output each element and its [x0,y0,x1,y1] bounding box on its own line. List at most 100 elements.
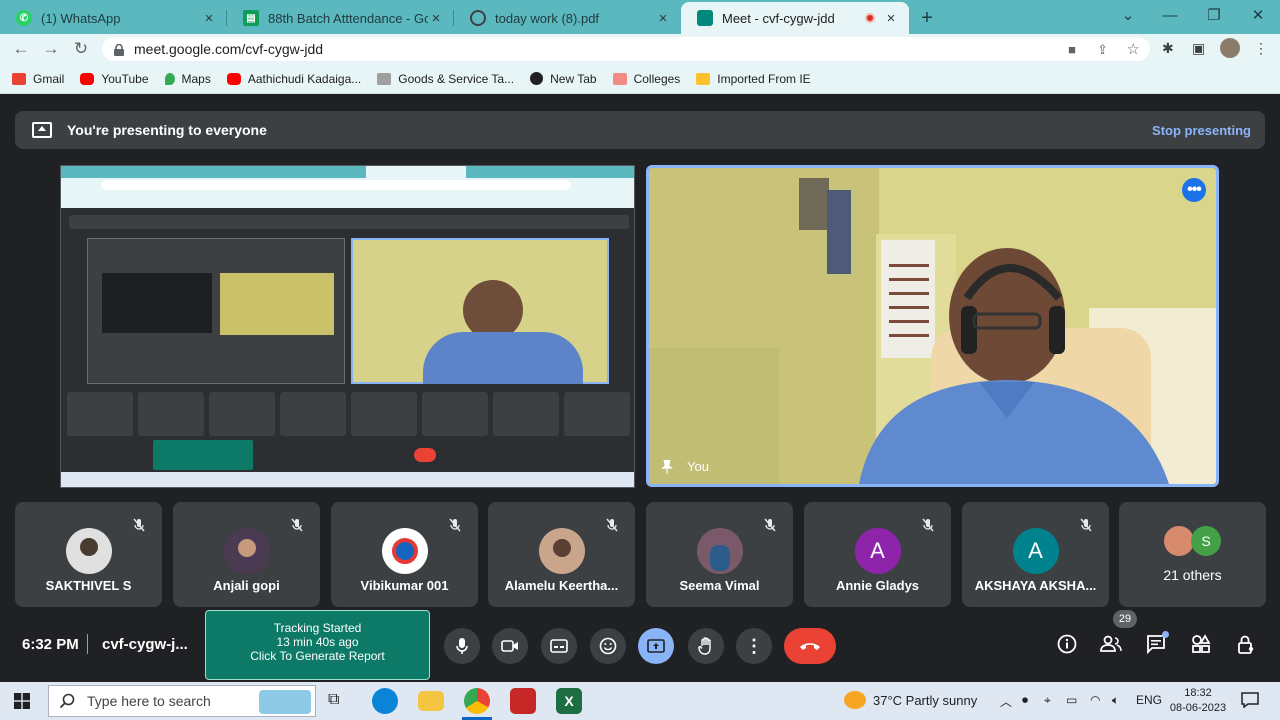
more-options-button[interactable]: ⋮ [736,628,772,664]
tracking-status: Tracking Started [273,621,362,635]
presenting-text: You're presenting to everyone [67,122,267,138]
mic-off-icon [133,518,145,532]
wifi-icon[interactable]: ◠ [1090,693,1100,707]
mic-off-icon [1080,518,1092,532]
taskbar-search-box[interactable]: Type here to search [48,685,316,717]
captions-icon [550,639,568,653]
meeting-clock: 6:32 PM [22,636,79,653]
tab-search-icon[interactable]: ⌄ [1106,0,1150,30]
participant-tile[interactable]: A Annie Gladys [804,502,951,607]
extensions-icon[interactable]: ✱ [1162,40,1174,57]
microphone-icon [456,638,468,654]
people-icon[interactable] [1097,630,1125,658]
bookmark-aathichudi[interactable]: Aathichudi Kadaiga... [226,72,361,86]
avatar [1164,526,1194,556]
host-controls-icon[interactable] [1232,630,1260,658]
people-count-badge: 29 [1113,610,1137,628]
restore-icon[interactable]: ❐ [1192,0,1236,30]
back-icon[interactable]: ← [6,39,36,59]
edge-icon[interactable] [372,688,398,714]
reload-icon[interactable]: ↻ [66,39,96,59]
camera-button[interactable] [492,628,528,664]
bookmark-new-tab[interactable]: New Tab [530,72,597,86]
excel-icon[interactable]: X [556,688,582,714]
new-tab-button[interactable]: + [909,2,945,34]
side-panel-icon[interactable]: ▣ [1192,40,1205,57]
bookmark-maps[interactable]: Maps [164,72,211,86]
share-icon[interactable]: ⇪ [1097,42,1108,58]
windows-start-icon[interactable] [14,693,30,709]
meet-tray-icon[interactable]: ⏺ [1022,693,1028,708]
taskbar-clock[interactable]: 18:32 08-06-2023 [1168,686,1228,716]
preview-active-tab [366,166,466,178]
pin-icon[interactable] [661,459,673,474]
forward-icon[interactable]: → [36,39,66,59]
bookmark-gst[interactable]: Goods & Service Ta... [377,72,514,86]
captions-button[interactable] [541,628,577,664]
lock-icon [114,43,124,56]
reactions-button[interactable] [590,628,626,664]
more-vert-icon: ⋮ [745,635,763,656]
chrome-menu-icon[interactable]: ⋮ [1254,40,1268,57]
bookmark-gmail[interactable]: Gmail [12,72,64,86]
close-tab-icon[interactable]: × [428,10,444,27]
file-explorer-icon[interactable] [418,691,444,711]
bookmark-colleges[interactable]: Colleges [612,72,680,86]
self-video-tile[interactable]: ••• You [646,165,1219,487]
participant-tile[interactable]: Seema Vimal [646,502,793,607]
weather-text[interactable]: 37°C Partly sunny [873,693,977,708]
window-close-icon[interactable]: ✕ [1236,0,1280,30]
close-tab-icon[interactable]: × [883,10,899,27]
present-button[interactable] [638,628,674,664]
preview-person-body [423,332,583,384]
browser-tab-strip: ✆ (1) WhatsApp × ▤ 88th Batch Atttendanc… [0,0,1280,34]
tray-expand-icon[interactable]: ︿ [1000,693,1012,710]
language-indicator[interactable]: ENG [1136,693,1162,707]
participant-tile[interactable]: Vibikumar 001 [331,502,478,607]
minimize-icon[interactable]: — [1148,0,1192,30]
bookmark-youtube[interactable]: YouTube [80,72,149,86]
participant-tile[interactable]: SAKTHIVEL S [15,502,162,607]
bookmark-label: Imported From IE [717,71,811,86]
preview-tile [493,392,559,436]
meeting-details-icon[interactable] [1053,630,1081,658]
microphone-button[interactable] [444,628,480,664]
location-icon[interactable]: ⌖ [1044,693,1051,708]
bookmark-star-icon[interactable]: ☆ [1127,40,1140,58]
raise-hand-button[interactable] [688,628,724,664]
participant-tile[interactable]: A AKSHAYA AKSHA... [962,502,1109,607]
battery-icon[interactable]: ▭ [1066,693,1077,707]
media-app-icon[interactable] [510,688,536,714]
address-bar[interactable]: meet.google.com/cvf-cygw-jdd ■ ⇪ ☆ [102,37,1150,61]
browser-toolbar: ← → ↻ meet.google.com/cvf-cygw-jdd ■ ⇪ ☆ [0,34,1280,64]
mic-off-icon [291,518,303,532]
bookmark-imported-folder[interactable]: Imported From IE [696,71,811,86]
preview-tile [67,392,133,436]
more-options-icon[interactable]: ••• [1182,178,1206,202]
weather-icon[interactable] [844,691,866,709]
chrome-icon[interactable] [464,688,490,714]
volume-icon[interactable]: 🔈︎ [1112,693,1119,708]
tab-whatsapp[interactable]: ✆ (1) WhatsApp × [0,2,227,34]
close-tab-icon[interactable]: × [201,10,217,27]
camera-in-use-icon[interactable]: ■ [1068,42,1076,57]
colleges-icon [612,72,627,85]
tracking-report-button[interactable]: Tracking Started 13 min 40s ago Click To… [205,610,430,680]
participant-name: SAKTHIVEL S [45,578,132,593]
others-tile[interactable]: S 21 others [1119,502,1266,607]
tab-meet[interactable]: Meet - cvf-cygw-jdd × [681,2,909,34]
mic-off-icon [764,518,776,532]
task-view-icon[interactable]: ⧉ [328,691,339,709]
close-tab-icon[interactable]: × [655,10,671,27]
activities-icon[interactable] [1187,630,1215,658]
leave-call-button[interactable] [784,628,836,664]
notification-icon[interactable] [1241,692,1259,708]
self-video-feed [649,168,1216,484]
profile-avatar[interactable] [1220,38,1240,58]
stop-presenting-button[interactable]: Stop presenting [1152,123,1251,138]
participant-tile[interactable]: Alamelu Keertha... [488,502,635,607]
tab-attendance-sheet[interactable]: ▤ 88th Batch Atttendance - Google Sheets… [227,2,454,34]
chat-icon[interactable] [1142,630,1170,658]
participant-tile[interactable]: Anjali gopi [173,502,320,607]
tab-pdf[interactable]: today work (8).pdf × [454,2,681,34]
